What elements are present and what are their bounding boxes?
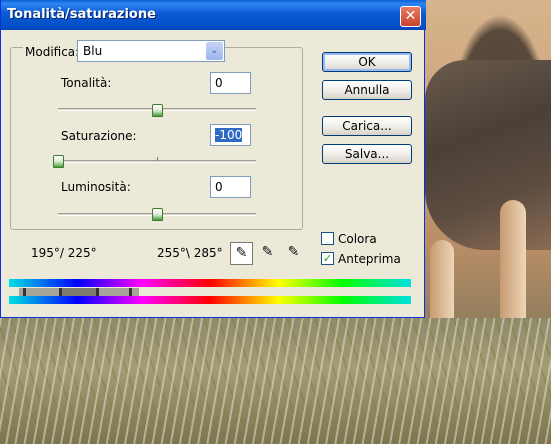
- save-button[interactable]: Salva...: [322, 144, 412, 164]
- preview-checkbox[interactable]: ✓: [321, 252, 334, 265]
- hue-slider-thumb[interactable]: [151, 104, 163, 117]
- saturation-label: Saturazione:: [61, 129, 137, 143]
- title-bar[interactable]: Tonalità/saturazione ✕: [1, 0, 426, 30]
- range-right-falloff-handle[interactable]: [129, 288, 132, 296]
- hare-body: [425, 60, 551, 250]
- eyedropper-icon[interactable]: ✎: [230, 242, 253, 265]
- hue-saturation-dialog: Tonalità/saturazione ✕ Modifica: Blu ⌄ T…: [0, 0, 426, 318]
- adjustment-group: [10, 47, 303, 230]
- range-right-handle[interactable]: [96, 288, 99, 296]
- close-icon: ✕: [404, 8, 417, 24]
- input-spectrum-bar: [9, 279, 411, 287]
- edit-channel-value: Blu: [83, 44, 103, 58]
- ok-button[interactable]: OK: [322, 52, 412, 72]
- saturation-slider-thumb[interactable]: [52, 155, 64, 168]
- hue-value: 0: [215, 76, 223, 90]
- edit-label: Modifica:: [23, 45, 82, 59]
- range-core-band[interactable]: [59, 288, 99, 296]
- cancel-button[interactable]: Annulla: [322, 80, 412, 100]
- hue-input[interactable]: 0: [210, 72, 251, 94]
- dialog-title: Tonalità/saturazione: [7, 7, 156, 22]
- chevron-down-icon[interactable]: ⌄: [206, 42, 223, 60]
- eyedropper-minus-icon[interactable]: ✎: [282, 242, 305, 265]
- eyedropper-plus-icon[interactable]: ✎: [256, 242, 279, 265]
- lightness-slider-thumb[interactable]: [151, 208, 163, 221]
- load-button[interactable]: Carica...: [322, 116, 412, 136]
- colorize-checkbox[interactable]: [321, 232, 334, 245]
- checkmark-icon: ✓: [322, 252, 333, 265]
- hue-label: Tonalità:: [61, 76, 112, 90]
- output-spectrum-bar: [9, 296, 411, 304]
- colorize-label: Colora: [338, 232, 377, 246]
- saturation-value: -100: [215, 128, 243, 142]
- range-right-readout: 255°\ 285°: [157, 246, 223, 260]
- saturation-center-tick: [157, 157, 158, 161]
- saturation-input[interactable]: -100: [210, 124, 251, 146]
- edit-channel-select[interactable]: Blu ⌄: [77, 40, 225, 62]
- lightness-input[interactable]: 0: [210, 176, 251, 198]
- range-left-readout: 195°/ 225°: [31, 246, 97, 260]
- close-button[interactable]: ✕: [400, 6, 421, 27]
- lightness-label: Luminosità:: [61, 180, 131, 194]
- range-left-handle[interactable]: [59, 288, 62, 296]
- preview-label: Anteprima: [338, 252, 401, 266]
- lightness-value: 0: [215, 180, 223, 194]
- grass-ground: [0, 318, 551, 444]
- range-left-falloff-handle[interactable]: [23, 288, 26, 296]
